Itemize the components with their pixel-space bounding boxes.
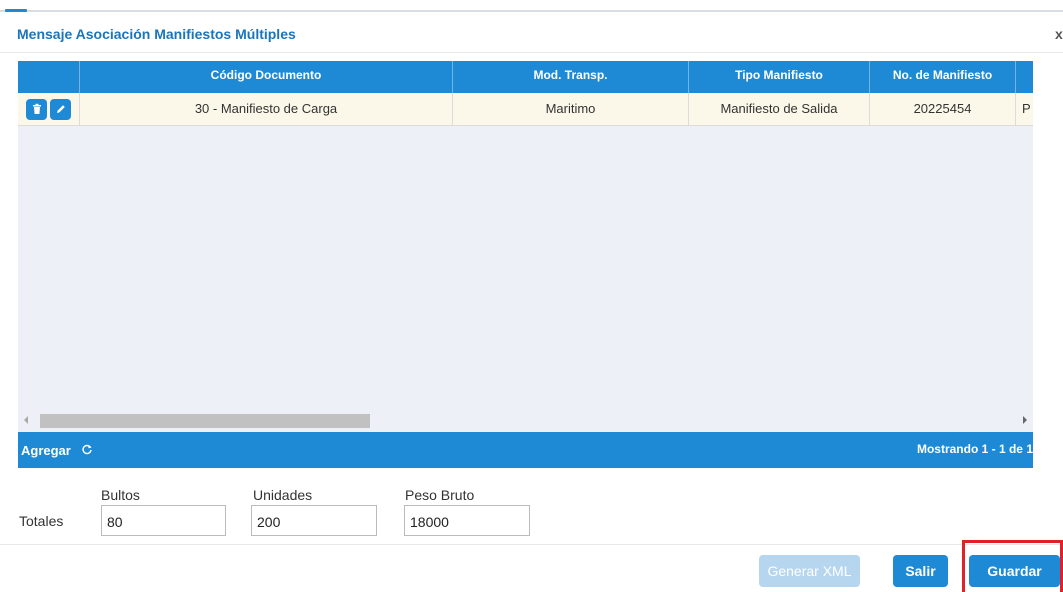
cell-codigo-documento: 30 - Manifiesto de Carga (80, 93, 453, 125)
unidades-label: Unidades (253, 487, 313, 503)
salir-button[interactable]: Salir (893, 555, 948, 587)
row-actions (18, 93, 80, 125)
header-tipo-manifiesto[interactable]: Tipo Manifiesto (689, 61, 870, 93)
unidades-field[interactable] (251, 505, 377, 536)
bultos-label: Bultos (101, 487, 140, 503)
pencil-icon[interactable] (50, 98, 71, 120)
cell-extra: P (1022, 101, 1031, 116)
header-codigo-documento[interactable]: Código Documento (80, 61, 453, 93)
trash-icon[interactable] (26, 98, 47, 120)
cell-no-manifiesto: 20225454 (870, 93, 1016, 125)
table-row[interactable]: 30 - Manifiesto de Carga Maritimo Manifi… (18, 93, 1033, 126)
totals-label: Totales (19, 513, 64, 529)
title-separator (0, 52, 1063, 53)
close-icon[interactable]: x (1055, 26, 1063, 42)
grid-footer: Agregar Mostrando 1 - 1 de 1 (18, 432, 1033, 468)
dialog-title: Mensaje Asociación Manifiestos Múltiples (17, 26, 296, 42)
header-extra[interactable] (1016, 61, 1033, 93)
horizontal-scrollbar[interactable] (18, 412, 1033, 430)
top-divider (0, 10, 1063, 12)
peso-bruto-field[interactable] (404, 505, 530, 536)
footer-actions: Agregar (21, 443, 93, 458)
add-button[interactable]: Agregar (21, 443, 71, 458)
peso-bruto-label: Peso Bruto (405, 487, 475, 503)
grid-header: Código Documento Mod. Transp. Tipo Manif… (18, 61, 1033, 93)
header-actions (18, 61, 80, 93)
generar-xml-button[interactable]: Generar XML (759, 555, 860, 587)
scrollbar-thumb[interactable] (40, 414, 370, 428)
cell-tipo-manifiesto: Manifiesto de Salida (689, 93, 870, 125)
header-mod-transp[interactable]: Mod. Transp. (453, 61, 689, 93)
bultos-field[interactable] (101, 505, 226, 536)
scroll-right-arrow-icon[interactable] (1023, 416, 1027, 424)
footer-separator (0, 544, 1063, 545)
annotation-highlight-box (962, 540, 1063, 592)
paging-info: Mostrando 1 - 1 de 1 (916, 442, 1033, 456)
top-accent-bar (5, 9, 27, 12)
header-no-manifiesto[interactable]: No. de Manifiesto (870, 61, 1016, 93)
manifest-grid: Código Documento Mod. Transp. Tipo Manif… (18, 61, 1033, 468)
cell-mod-transp: Maritimo (453, 93, 689, 125)
refresh-icon[interactable] (81, 443, 93, 458)
scroll-left-arrow-icon[interactable] (24, 416, 28, 424)
